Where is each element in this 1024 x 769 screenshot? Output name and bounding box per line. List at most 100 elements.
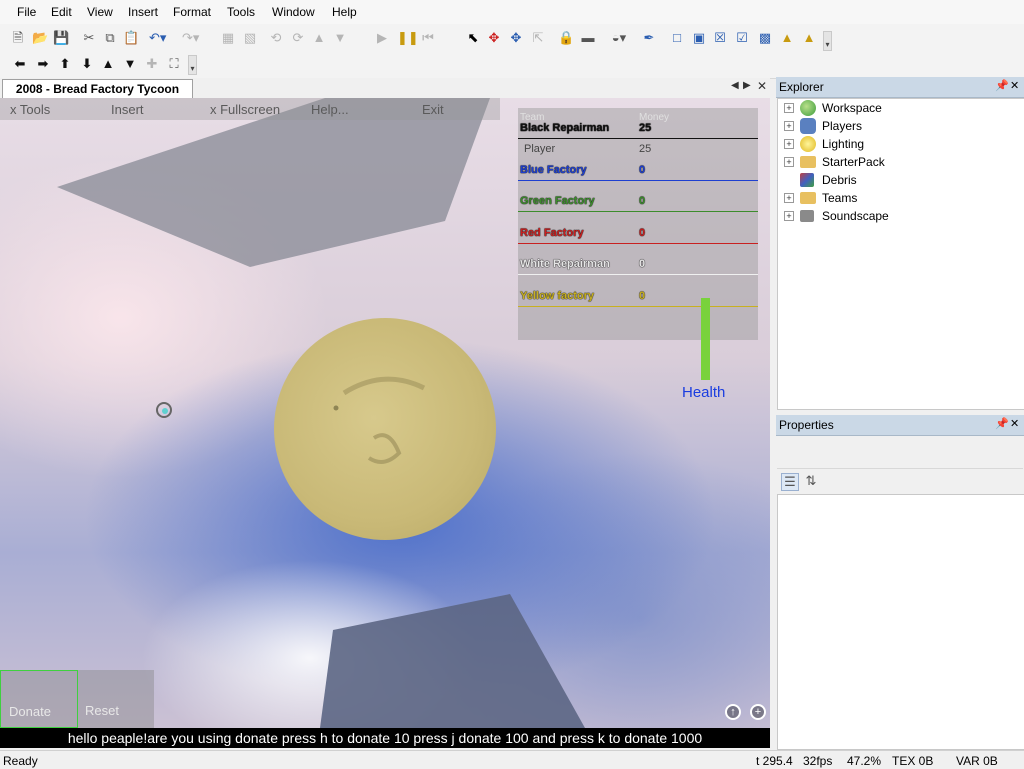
menu-insert[interactable]: Insert <box>128 5 158 19</box>
tab-close-icon[interactable]: ✕ <box>757 79 767 93</box>
camera-up-icon[interactable]: ↑ <box>725 704 741 720</box>
group-icon[interactable]: ▦ <box>220 30 236 46</box>
tab-scroll-left-icon[interactable]: ◀ <box>731 80 739 91</box>
bread-ball[interactable] <box>274 318 496 540</box>
tree-item-label: Workspace <box>822 101 882 115</box>
gui-fullscreen-button[interactable]: x Fullscreen <box>210 102 280 117</box>
tree-item-label: Debris <box>822 173 857 187</box>
move-down-icon[interactable]: ▼ <box>332 30 348 46</box>
anchor-icon[interactable]: ▬ <box>580 30 596 46</box>
paste-icon[interactable]: 📋 <box>123 30 139 46</box>
properties-close-icon[interactable]: ✕ <box>1010 417 1019 430</box>
status-ready: Ready <box>3 754 38 768</box>
reset-button[interactable]: Reset <box>78 670 154 728</box>
team-divider <box>518 306 758 307</box>
menu-edit[interactable]: Edit <box>51 5 72 19</box>
menu-window[interactable]: Window <box>272 5 315 19</box>
camera-toolbar: ⬅ ➡ ⬆ ⬇ ▲ ▼ ✚ ⛶ ▾ <box>0 51 1024 79</box>
save-icon[interactable]: 💾 <box>53 30 69 46</box>
workspace-globe-icon <box>800 100 816 116</box>
copy-icon[interactable]: ⧉ <box>102 30 118 46</box>
surface-studs-icon[interactable]: ☑ <box>734 30 750 46</box>
tilt-down-icon[interactable]: ⬇ <box>79 56 95 72</box>
surface-weld-icon[interactable]: ☒ <box>712 30 728 46</box>
cut-icon[interactable]: ✂ <box>81 30 97 46</box>
surface-inlet-icon[interactable]: ▩ <box>757 30 773 46</box>
camera-zoom-in-icon[interactable]: + <box>750 704 766 720</box>
tree-item-label: Teams <box>822 191 858 205</box>
debris-icon <box>800 173 814 187</box>
dropper-icon[interactable]: ✒ <box>641 30 657 46</box>
scale-icon[interactable]: ✥ <box>508 30 524 46</box>
zoom-extents-icon[interactable]: ✚ <box>144 56 160 72</box>
game-gui-topbar: x Tools Insert x Fullscreen Help... Exit <box>0 98 500 120</box>
team-money: 0 <box>639 195 646 207</box>
play-icon[interactable]: ▶ <box>374 30 390 46</box>
open-icon[interactable]: 📂 <box>32 30 48 46</box>
menu-file[interactable]: File <box>17 5 36 19</box>
properties-toolbar: ☰ ⇅ <box>777 469 1023 493</box>
menu-tools[interactable]: Tools <box>227 5 255 19</box>
donate-button[interactable]: Donate <box>0 670 78 728</box>
tilt-up-icon[interactable]: ⬆ <box>57 56 73 72</box>
toolbar-overflow-icon-2[interactable]: ▾ <box>823 31 832 51</box>
team-money: 25 <box>639 122 652 134</box>
expand-icon[interactable]: + <box>784 139 794 149</box>
expand-icon[interactable]: + <box>784 193 794 203</box>
expand-icon[interactable]: + <box>784 211 794 221</box>
team-name: Yellow factory <box>520 290 594 302</box>
new-icon[interactable]: 🗎 <box>10 30 26 46</box>
team-money: 0 <box>639 290 646 302</box>
team-name: Blue Factory <box>520 164 587 176</box>
move-icon[interactable]: ✥ <box>486 30 502 46</box>
menu-format[interactable]: Format <box>173 5 211 19</box>
explorer-close-icon[interactable]: ✕ <box>1010 79 1019 92</box>
properties-pin-icon[interactable]: 📌 <box>995 417 1009 430</box>
categorized-view-icon[interactable]: ☰ <box>781 473 799 491</box>
paint-icon[interactable]: ◒▾ <box>611 30 627 46</box>
fullscreen-icon[interactable]: ⛶ <box>166 56 182 72</box>
undo-icon[interactable]: ↶▾ <box>149 30 166 46</box>
zoom-out-icon[interactable]: ▼ <box>122 56 138 72</box>
tree-item-label: Players <box>822 119 863 133</box>
resize-icon[interactable]: ⇱ <box>530 30 546 46</box>
ungroup-icon[interactable]: ▧ <box>242 30 258 46</box>
zoom-in-icon[interactable]: ▲ <box>100 56 116 72</box>
rotate-left-icon[interactable]: ⟲ <box>268 30 284 46</box>
surface-motor-icon[interactable]: ▲ <box>801 30 817 46</box>
pause-icon[interactable]: ❚❚ <box>397 30 419 46</box>
explorer-tree: + Workspace + Players + Lighting + Start… <box>777 98 1024 410</box>
document-tab[interactable]: 2008 - Bread Factory Tycoon <box>2 79 193 99</box>
gui-tools-button[interactable]: x Tools <box>10 102 50 117</box>
select-icon[interactable]: ⬉ <box>465 30 481 46</box>
ball-surface-marks <box>333 376 426 464</box>
redo-icon[interactable]: ↷▾ <box>182 30 199 46</box>
menu-help[interactable]: Help <box>332 5 357 19</box>
reset-icon[interactable]: ⏮ <box>420 30 436 46</box>
explorer-pin-icon[interactable]: 📌 <box>995 79 1009 92</box>
alphabetical-sort-icon[interactable]: ⇅ <box>803 473 819 489</box>
explorer-header: Explorer 📌 ✕ <box>776 77 1024 98</box>
tab-scroll-right-icon[interactable]: ▶ <box>743 80 751 91</box>
lock-icon[interactable]: 🔒 <box>558 30 574 46</box>
team-name: Black Repairman <box>520 122 610 134</box>
gui-help-button[interactable]: Help... <box>311 102 349 117</box>
pan-right-icon[interactable]: ➡ <box>35 56 51 72</box>
rotate-right-icon[interactable]: ⟳ <box>290 30 306 46</box>
gui-exit-button[interactable]: Exit <box>422 102 444 117</box>
move-up-icon[interactable]: ▲ <box>311 30 327 46</box>
menu-view[interactable]: View <box>87 5 113 19</box>
team-money: 0 <box>639 164 646 176</box>
explorer-title: Explorer <box>779 80 824 94</box>
surface-glue-icon[interactable]: ▣ <box>691 30 707 46</box>
surface-smooth-icon[interactable]: □ <box>669 30 685 46</box>
toolbar2-overflow-icon[interactable]: ▾ <box>188 55 197 75</box>
game-viewport[interactable]: x Tools Insert x Fullscreen Help... Exit… <box>0 98 770 748</box>
expand-icon[interactable]: + <box>784 103 794 113</box>
gui-insert-button[interactable]: Insert <box>111 102 144 117</box>
surface-hinge-icon[interactable]: ▲ <box>779 30 795 46</box>
expand-icon[interactable]: + <box>784 121 794 131</box>
expand-icon[interactable]: + <box>784 157 794 167</box>
pan-left-icon[interactable]: ⬅ <box>12 56 28 72</box>
status-bar: Ready t 295.4 32fps 47.2% TEX 0B VAR 0B <box>0 750 1024 769</box>
